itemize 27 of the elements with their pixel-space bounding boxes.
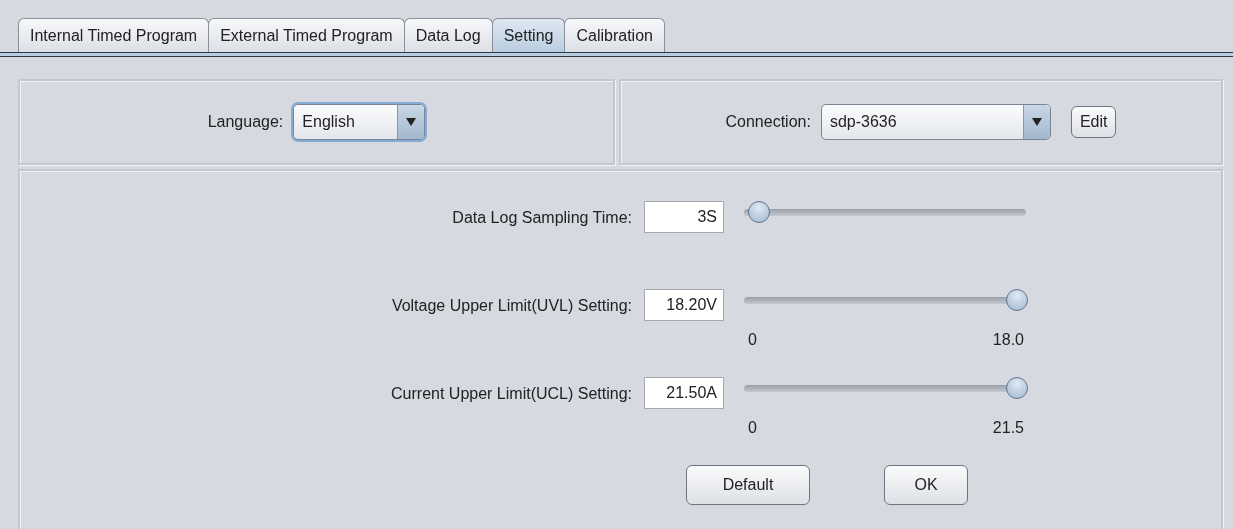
tab[interactable]: Internal Timed Program (18, 18, 210, 52)
tick-label: 0 (748, 419, 757, 437)
value-field[interactable]: 18.20V (644, 289, 724, 321)
slider-thumb[interactable] (1006, 377, 1028, 399)
value-field[interactable]: 3S (644, 201, 724, 233)
slider-thumb[interactable] (747, 201, 770, 223)
caret-icon (1031, 117, 1042, 127)
language-label: Language: (207, 113, 284, 131)
setting-label: Voltage Upper Limit(UVL) Setting: (390, 296, 632, 315)
tab[interactable]: Data Log (403, 18, 493, 52)
language-dropdown[interactable]: English (293, 104, 426, 140)
tab[interactable]: Calibration (564, 18, 665, 52)
slider-thumb[interactable] (1006, 289, 1028, 311)
tab[interactable]: Setting (491, 18, 566, 52)
edit-button[interactable]: Edit (1070, 106, 1117, 138)
tab[interactable]: External Timed Program (208, 18, 405, 52)
tick-label: 18.0 (992, 331, 1024, 349)
default-button[interactable]: Default (686, 465, 810, 505)
setting-label: Current Upper Limit(UCL) Setting: (390, 384, 632, 403)
ok-button[interactable]: OK (884, 465, 968, 505)
caret-icon (406, 117, 417, 127)
tick-label: 0 (748, 331, 757, 349)
connection-label: Connection: (725, 113, 811, 131)
connection-dropdown[interactable]: sdp-3636 (820, 104, 1051, 140)
setting-label: Data Log Sampling Time: (451, 208, 632, 227)
tick-label: 21.5 (992, 419, 1024, 437)
value-field[interactable]: 21.50A (644, 377, 724, 409)
